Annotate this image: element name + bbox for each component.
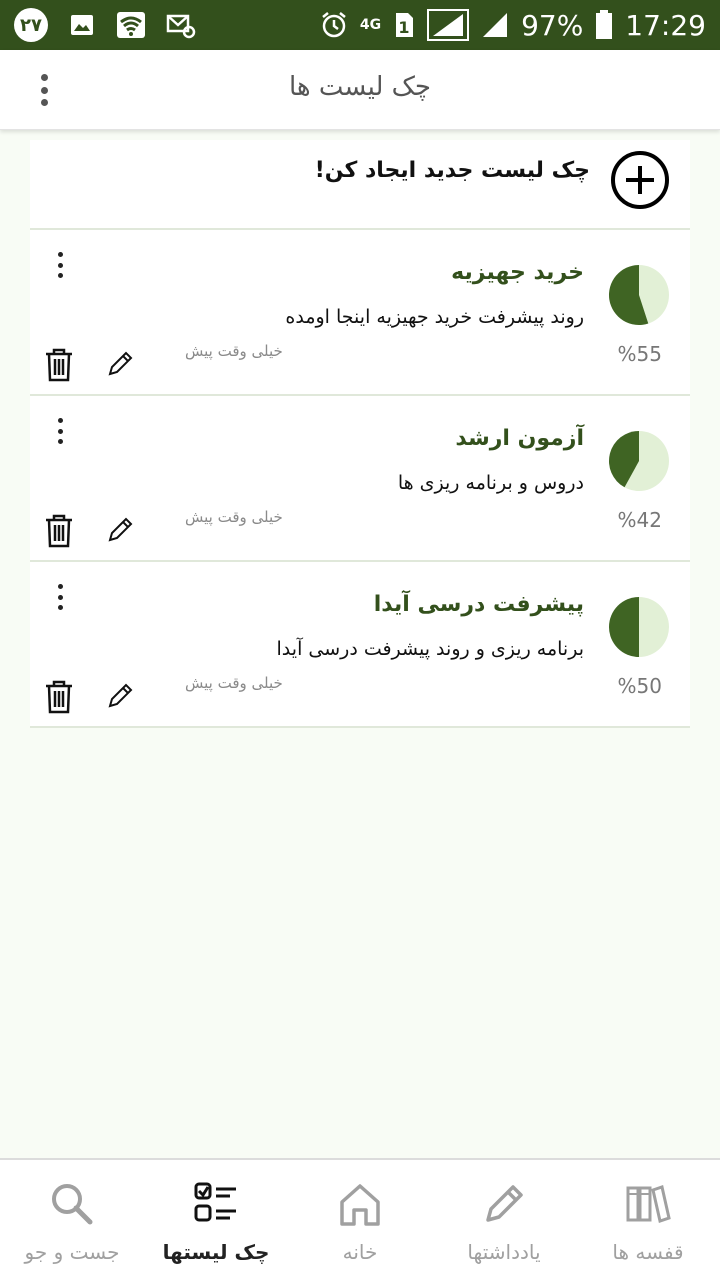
wifi-icon bbox=[117, 12, 145, 38]
item-more-icon[interactable] bbox=[52, 252, 68, 278]
edit-icon[interactable] bbox=[106, 682, 134, 710]
progress-pie bbox=[608, 265, 669, 325]
delete-icon[interactable] bbox=[44, 680, 74, 714]
nav-shelves-label: قفسه ها bbox=[612, 1240, 684, 1264]
image-icon bbox=[71, 15, 93, 35]
checklist-description: دروس و برنامه ریزی ها bbox=[397, 472, 584, 494]
alarm-icon bbox=[322, 12, 346, 38]
signal-icon bbox=[427, 9, 470, 41]
add-circle-icon[interactable] bbox=[610, 150, 670, 210]
page-title: چک لیست ها bbox=[289, 72, 431, 102]
books-icon bbox=[626, 1185, 671, 1223]
nav-search-label: جست و جو bbox=[24, 1240, 120, 1264]
nav-home[interactable]: خانه bbox=[288, 1160, 432, 1280]
edit-icon[interactable] bbox=[106, 516, 134, 544]
nav-checklists-label: چک لیستها bbox=[162, 1240, 270, 1264]
search-icon bbox=[52, 1184, 93, 1225]
checklist-time: خیلی وقت پیش bbox=[185, 508, 283, 526]
progress-pie bbox=[609, 431, 669, 491]
progress-pie bbox=[609, 597, 669, 657]
progress-percent: %55 bbox=[617, 342, 662, 366]
sim-icon: 1 bbox=[396, 13, 414, 37]
checklist-time: خیلی وقت پیش bbox=[185, 674, 283, 692]
mail-settings-icon bbox=[166, 14, 196, 39]
create-checklist-label: چک لیست جدید ایجاد کن! bbox=[314, 158, 590, 183]
nav-search[interactable]: جست و جو bbox=[0, 1160, 144, 1280]
nav-notes-label: یادداشتها bbox=[467, 1240, 541, 1264]
signal-icon-2 bbox=[483, 13, 508, 37]
checklist-title: خرید جهیزیه bbox=[451, 260, 584, 285]
svg-text:1: 1 bbox=[398, 18, 409, 37]
home-icon bbox=[340, 1184, 380, 1226]
checklist-time: خیلی وقت پیش bbox=[185, 342, 283, 360]
delete-icon[interactable] bbox=[44, 514, 74, 548]
pencil-icon bbox=[486, 1185, 523, 1222]
checklist-list: چک لیست جدید ایجاد کن! خرید جهیزیه روند … bbox=[30, 140, 690, 728]
clock: 17:29 bbox=[625, 8, 706, 42]
bottom-navigation: جست و جو چک لیستها خانه یادداشتها قفسه ه… bbox=[0, 1158, 720, 1280]
checklist-item[interactable]: خرید جهیزیه روند پیشرفت خرید جهیزیه اینج… bbox=[30, 230, 690, 396]
checklist-item[interactable]: پیشرفت درسی آیدا برنامه ریزی و روند پیشر… bbox=[30, 562, 690, 728]
checklist-icon bbox=[194, 1182, 236, 1222]
status-bar: ۲۷ 4G 1 97% 17:29 bbox=[0, 0, 720, 50]
network-type: 4G bbox=[359, 17, 382, 33]
edit-icon[interactable] bbox=[106, 350, 134, 378]
checklist-description: روند پیشرفت خرید جهیزیه اینجا اومده bbox=[285, 306, 584, 328]
nav-home-label: خانه bbox=[342, 1240, 378, 1264]
progress-percent: %50 bbox=[617, 674, 662, 698]
create-checklist-button[interactable]: چک لیست جدید ایجاد کن! bbox=[30, 140, 690, 230]
checklist-description: برنامه ریزی و روند پیشرفت درسی آیدا bbox=[276, 638, 584, 660]
checklist-title: پیشرفت درسی آیدا bbox=[373, 592, 584, 617]
item-more-icon[interactable] bbox=[52, 418, 68, 444]
item-more-icon[interactable] bbox=[52, 584, 68, 610]
nav-checklists[interactable]: چک لیستها bbox=[144, 1160, 288, 1280]
notification-count-badge: ۲۷ bbox=[14, 8, 48, 42]
checklist-item[interactable]: آزمون ارشد دروس و برنامه ریزی ها خیلی وق… bbox=[30, 396, 690, 562]
battery-icon bbox=[596, 10, 613, 39]
nav-shelves[interactable]: قفسه ها bbox=[576, 1160, 720, 1280]
delete-icon[interactable] bbox=[44, 348, 74, 382]
battery-percent: 97% bbox=[521, 8, 584, 42]
nav-notes[interactable]: یادداشتها bbox=[432, 1160, 576, 1280]
app-bar: چک لیست ها bbox=[0, 50, 720, 130]
checklist-title: آزمون ارشد bbox=[455, 426, 584, 451]
progress-percent: %42 bbox=[617, 508, 662, 532]
